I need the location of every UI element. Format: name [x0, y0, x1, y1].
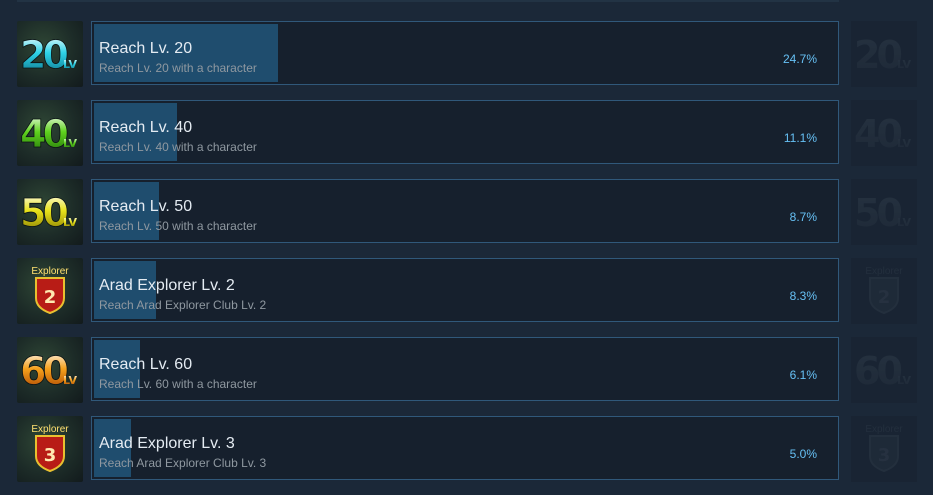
unlock-percent: 24.7% — [782, 52, 817, 66]
achievement-card[interactable]: Reach Lv. 40 Reach Lv. 40 with a characte… — [91, 100, 839, 164]
achievement-title: Arad Explorer Lv. 2 — [99, 277, 235, 294]
achievement-title: Reach Lv. 20 — [99, 40, 193, 57]
unlock-percent: 6.1% — [789, 368, 817, 382]
unlock-percent: 8.7% — [789, 210, 817, 224]
explorer-2-locked-icon: Explorer 2 — [851, 258, 917, 324]
level-number: 60 — [20, 349, 67, 393]
level-number: 50 — [20, 191, 67, 235]
level-suffix: LV — [897, 374, 911, 387]
level-50-icon: 50 LV — [17, 179, 83, 245]
explorer-2-icon: Explorer 2 — [17, 258, 83, 324]
level-suffix: LV — [897, 216, 911, 229]
achievement-description: Reach Lv. 40 with a character — [99, 140, 257, 154]
explorer-number: 3 — [878, 445, 891, 466]
explorer-label: Explorer — [31, 266, 69, 277]
achievement-description: Reach Arad Explorer Club Lv. 2 — [99, 298, 267, 312]
achievement-row[interactable]: 60 LV Reach Lv. 60 Reach Lv. 60 with a char… — [17, 337, 917, 403]
achievement-row[interactable]: Explorer 2 Arad Explorer Lv. 2 Reach Arad E… — [17, 258, 917, 324]
achievement-row[interactable]: 40 LV Reach Lv. 40 Reach Lv. 40 with a char… — [17, 100, 917, 166]
level-number: 40 — [20, 112, 67, 156]
level-number: 50 — [854, 191, 901, 235]
level-20-icon: 20 LV — [17, 21, 83, 87]
explorer-label: Explorer — [865, 266, 903, 277]
achievement-card[interactable]: Reach Lv. 20 Reach Lv. 20 with a characte… — [91, 21, 839, 85]
level-suffix: LV — [63, 137, 77, 150]
level-suffix: LV — [63, 374, 77, 387]
achievement-title: Reach Lv. 60 — [99, 356, 193, 373]
unlock-percent: 8.3% — [789, 289, 817, 303]
unlock-percent: 11.1% — [783, 131, 817, 145]
top-divider — [17, 0, 839, 2]
level-suffix: LV — [897, 137, 911, 150]
level-40-locked-icon: 40 LV — [851, 100, 917, 166]
achievement-row[interactable]: Explorer 3 Arad Explorer Lv. 3 Reach Arad E… — [17, 416, 917, 482]
level-60-locked-icon: 60 LV — [851, 337, 917, 403]
level-suffix: LV — [63, 58, 77, 71]
explorer-label: Explorer — [865, 424, 903, 435]
unlock-percent: 5.0% — [789, 447, 817, 461]
achievement-description: Reach Lv. 50 with a character — [99, 219, 257, 233]
achievement-title: Reach Lv. 50 — [99, 198, 193, 215]
achievement-description: Reach Arad Explorer Club Lv. 3 — [99, 456, 267, 470]
explorer-3-icon: Explorer 3 — [17, 416, 83, 482]
level-40-icon: 40 LV — [17, 100, 83, 166]
achievement-card[interactable]: Reach Lv. 50 Reach Lv. 50 with a characte… — [91, 179, 839, 243]
achievement-card[interactable]: Reach Lv. 60 Reach Lv. 60 with a characte… — [91, 337, 839, 401]
achievement-row[interactable]: 50 LV Reach Lv. 50 Reach Lv. 50 with a char… — [17, 179, 917, 245]
level-number: 40 — [854, 112, 901, 156]
level-suffix: LV — [63, 216, 77, 229]
achievement-row[interactable]: 20 LV Reach Lv. 20 Reach Lv. 20 with a char… — [17, 21, 917, 87]
explorer-3-locked-icon: Explorer 3 — [851, 416, 917, 482]
explorer-label: Explorer — [31, 424, 69, 435]
achievement-list: 20 LV Reach Lv. 20 Reach Lv. 20 with a char… — [17, 21, 917, 495]
achievement-description: Reach Lv. 20 with a character — [99, 61, 257, 75]
achievement-card[interactable]: Arad Explorer Lv. 3 Reach Arad Explorer C… — [91, 416, 839, 480]
explorer-number: 3 — [44, 445, 57, 466]
achievement-card[interactable]: Arad Explorer Lv. 2 Reach Arad Explorer C… — [91, 258, 839, 322]
level-number: 20 — [854, 33, 901, 77]
explorer-number: 2 — [878, 287, 891, 308]
achievement-description: Reach Lv. 60 with a character — [99, 377, 257, 391]
level-50-locked-icon: 50 LV — [851, 179, 917, 245]
level-20-locked-icon: 20 LV — [851, 21, 917, 87]
level-number: 20 — [20, 33, 67, 77]
achievement-title: Reach Lv. 40 — [99, 119, 193, 136]
level-number: 60 — [854, 349, 901, 393]
level-suffix: LV — [897, 58, 911, 71]
level-60-icon: 60 LV — [17, 337, 83, 403]
explorer-number: 2 — [44, 287, 57, 308]
achievement-title: Arad Explorer Lv. 3 — [99, 435, 235, 452]
